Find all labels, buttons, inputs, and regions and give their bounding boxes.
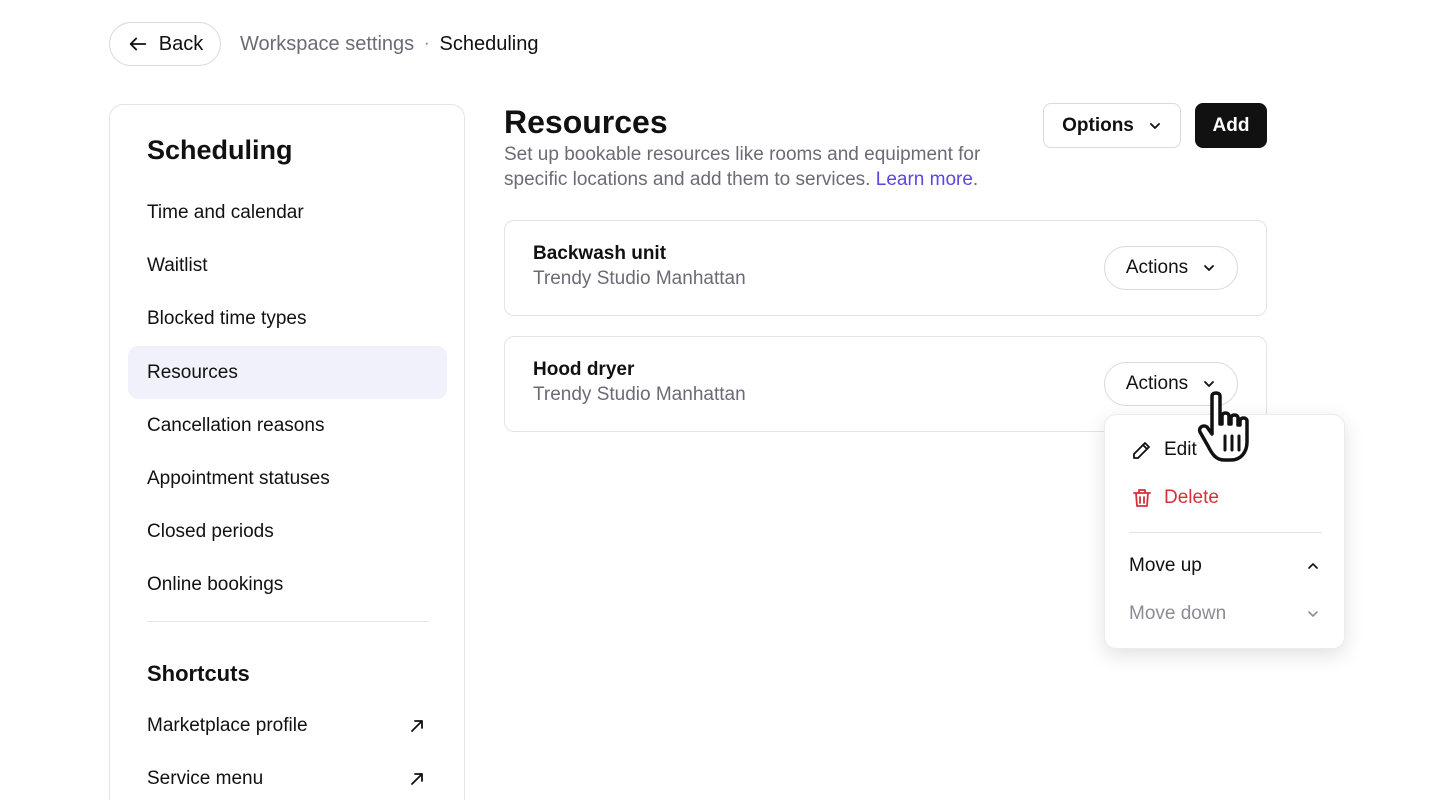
breadcrumb-current: Scheduling [439,32,539,55]
shortcut-label: Marketplace profile [147,714,308,736]
shortcut-service-menu[interactable]: Service menu [128,752,447,800]
learn-more-link[interactable]: Learn more [876,169,973,190]
menu-item-label: Delete [1164,487,1219,508]
menu-item-move-up[interactable]: Move up [1117,543,1334,589]
sidebar-title: Scheduling [147,135,293,165]
options-button-label: Options [1062,114,1134,136]
sidebar-item-resources[interactable]: Resources [128,346,447,399]
resource-name: Backwash unit [533,243,667,264]
add-button[interactable]: Add [1195,103,1267,148]
sidebar-item-label: Resources [147,361,238,383]
trash-icon [1133,489,1151,507]
chevron-down-icon [1149,122,1160,129]
pencil-icon [1133,442,1150,459]
sidebar-item-blocked-time-types[interactable]: Blocked time types [128,292,447,345]
sidebar-divider [147,621,428,622]
menu-item-label: Move down [1129,603,1227,624]
sidebar-item-label: Appointment statuses [147,467,330,489]
description-period: . [972,169,979,190]
actions-dropdown-menu: Edit Delete Move up Move down [1104,414,1345,649]
sidebar-item-closed-periods[interactable]: Closed periods [128,505,447,558]
menu-item-delete[interactable]: Delete [1117,475,1334,521]
sidebar-item-waitlist[interactable]: Waitlist [128,239,447,292]
sidebar: Scheduling Time and calendar Waitlist Bl… [109,104,465,800]
breadcrumb-parent[interactable]: Workspace settings [240,33,414,56]
external-link-icon [411,772,423,785]
arrow-left-icon [129,37,147,51]
breadcrumb-separator: · [424,35,430,52]
actions-button[interactable]: Actions [1104,246,1238,290]
menu-item-label: Edit [1164,439,1197,460]
menu-item-move-down[interactable]: Move down [1117,591,1334,637]
back-button[interactable]: Back [109,22,221,66]
chevron-down-icon [1204,265,1215,271]
sidebar-item-time-and-calendar[interactable]: Time and calendar [128,186,447,239]
resource-card: Backwash unit Trendy Studio Manhattan Ac… [504,220,1267,316]
shortcut-marketplace-profile[interactable]: Marketplace profile [128,699,447,752]
sidebar-item-label: Blocked time types [147,307,307,329]
sidebar-item-cancellation-reasons[interactable]: Cancellation reasons [128,399,447,452]
back-button-label: Back [158,32,204,55]
sidebar-item-label: Cancellation reasons [147,414,325,436]
page-title: Resources [504,104,668,140]
resources-settings-page: Back Workspace settings · Scheduling Sch… [0,0,1440,800]
external-link-icon [411,719,423,732]
breadcrumb: Workspace settings · Scheduling [240,30,538,58]
resource-location: Trendy Studio Manhattan [533,268,746,289]
options-button[interactable]: Options [1043,103,1181,148]
menu-item-label: Move up [1129,555,1202,576]
actions-button-label: Actions [1125,257,1189,278]
chevron-up-icon [1308,563,1318,569]
chevron-down-icon [1308,611,1318,617]
menu-item-edit[interactable]: Edit [1117,427,1334,473]
sidebar-item-label: Waitlist [147,254,208,276]
resource-name: Hood dryer [533,359,635,380]
shortcut-label: Service menu [147,767,264,789]
sidebar-item-label: Closed periods [147,520,274,542]
sidebar-item-appointment-statuses[interactable]: Appointment statuses [128,452,447,505]
actions-button-label: Actions [1125,373,1189,394]
sidebar-item-online-bookings[interactable]: Online bookings [128,558,447,611]
resource-location: Trendy Studio Manhattan [533,384,746,405]
page-description: Set up bookable resources like rooms and… [504,142,984,192]
sidebar-item-label: Online bookings [147,573,284,595]
chevron-down-icon [1204,381,1215,387]
shortcuts-title: Shortcuts [147,661,250,686]
menu-divider [1129,532,1322,533]
actions-button[interactable]: Actions [1104,362,1238,406]
sidebar-item-label: Time and calendar [147,201,304,223]
